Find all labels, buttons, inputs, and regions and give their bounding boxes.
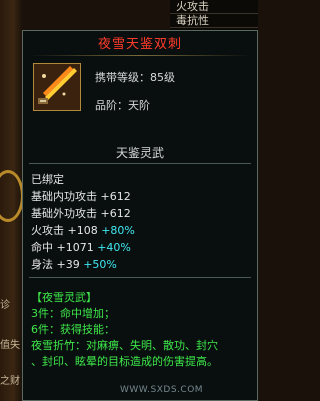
title-divider bbox=[29, 55, 251, 56]
stat-agility-bonus: +50% bbox=[83, 258, 117, 271]
stat-fire-attack: 火攻击 +108 +80% bbox=[31, 222, 135, 238]
carry-level: 携带等级：85级 bbox=[95, 71, 175, 84]
background-ring-decoration bbox=[0, 170, 24, 222]
stat-fire-label: 火攻击 +108 bbox=[31, 224, 98, 237]
stat-agility: 身法 +39 +50% bbox=[31, 256, 117, 272]
set-skill-line: 、封印、眩晕的目标造成的伤害提高。 bbox=[31, 355, 218, 368]
background-text-fragment: 之财 bbox=[0, 376, 20, 387]
site-watermark: WWW.SXDS.COM bbox=[120, 385, 204, 395]
item-rank: 品阶：天阶 bbox=[95, 99, 150, 112]
stat-agility-label: 身法 +39 bbox=[31, 258, 80, 271]
background-text-fragment: 诊 bbox=[0, 300, 10, 311]
set-bonus-3: 3件：命中增加； bbox=[31, 307, 115, 320]
stat-fire-bonus: +80% bbox=[101, 224, 135, 237]
stat-hit-label: 命中 +1071 bbox=[31, 241, 94, 254]
background-text-fragment: 值失 bbox=[0, 340, 20, 351]
set-skill-line: 夜雪折竹：对麻痹、失明、散功、封穴 bbox=[31, 339, 218, 352]
twin-dagger-item-icon bbox=[33, 63, 81, 111]
background-left-edge: 诊 值失 之财 bbox=[0, 0, 24, 401]
stat-hit: 命中 +1071 +40% bbox=[31, 239, 131, 255]
set-name: 【夜雪灵武】 bbox=[31, 291, 97, 304]
set-bonus-6: 6件：获得技能： bbox=[31, 323, 115, 336]
attribute-list-item[interactable]: 火攻击 bbox=[170, 0, 258, 14]
section-divider bbox=[29, 277, 251, 278]
stat-inner-attack: 基础内功攻击 +612 bbox=[31, 190, 131, 203]
item-name: 夜雪天鉴双刺 bbox=[97, 37, 182, 52]
attribute-list-item[interactable]: 毒抗性 bbox=[170, 14, 258, 28]
item-tooltip: 夜雪天鉴双刺 携带等级：85级 品阶：天阶 天鉴灵武 已绑定 基础内功攻击 +6… bbox=[22, 30, 258, 401]
section-divider bbox=[29, 163, 251, 164]
attribute-list-behind: 火攻击 毒抗性 bbox=[170, 0, 258, 30]
bound-status: 已绑定 bbox=[31, 173, 64, 186]
stat-hit-bonus: +40% bbox=[97, 241, 131, 254]
grade-name: 天鉴灵武 bbox=[115, 146, 164, 160]
stat-outer-attack: 基础外功攻击 +612 bbox=[31, 207, 131, 220]
